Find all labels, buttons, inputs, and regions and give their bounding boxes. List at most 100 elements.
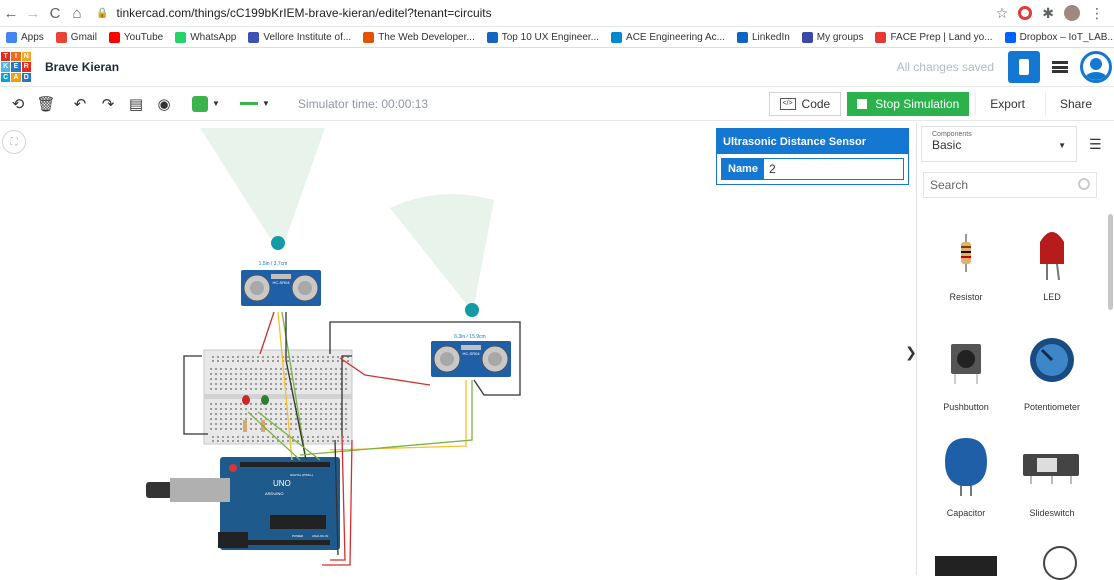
circuit-workspace[interactable]: ⛶ 1.5in / 3.7cm HC-SR04 6.3in / 15.9cm H… (0, 122, 912, 575)
bookmark-item[interactable]: YouTube (108, 31, 164, 43)
bookmark-label: WhatsApp (190, 31, 237, 43)
bookmark-item[interactable]: FACE Prep | Land yo... (875, 31, 993, 43)
bookmark-icon (108, 31, 120, 43)
component-list-button[interactable] (1044, 51, 1076, 83)
tinkercad-logo[interactable]: TINKERCAD (1, 52, 31, 82)
arduino-digital-label: DIGITAL (PWM~) (290, 473, 313, 477)
sensor1-target[interactable] (271, 236, 285, 250)
bookmark-label: YouTube (123, 31, 164, 43)
profile-icon[interactable] (1064, 5, 1080, 21)
green-led[interactable] (261, 395, 269, 405)
wire-color-picker[interactable]: ▼ (184, 90, 228, 118)
list-view-icon[interactable]: ☰ (1089, 136, 1102, 153)
wire-style-icon (240, 102, 259, 105)
opera-extension-icon[interactable] (1018, 6, 1033, 20)
reload-icon[interactable]: C (44, 5, 66, 22)
bookmark-label: ACE Engineering Ac... (626, 31, 725, 43)
bookmark-item[interactable]: My groups (801, 31, 863, 43)
component-label: LED (1043, 292, 1061, 302)
bookmark-item[interactable]: Vellore Institute of... (248, 31, 352, 43)
bookmark-label: Gmail (70, 31, 97, 43)
notes-icon[interactable]: ▤ (122, 90, 150, 118)
component-battery-partial[interactable] (935, 556, 997, 576)
red-led[interactable] (242, 395, 250, 405)
bookmark-icon (55, 31, 67, 43)
home-icon[interactable]: ⌂ (66, 5, 88, 22)
component-potentiometer[interactable]: Potentiometer (1009, 332, 1095, 412)
component-inspector: Ultrasonic Distance Sensor Name 2 (716, 128, 909, 185)
bookmark-item[interactable]: Gmail (55, 31, 97, 43)
bookmark-item[interactable]: LinkedIn (736, 31, 790, 43)
code-button[interactable]: </> Code (768, 91, 842, 116)
component-resistor[interactable]: Resistor (923, 222, 1009, 302)
browser-toolbar: ← → C ⌂ 🔒 tinkercad.com/things/cC199bKrI… (0, 0, 1114, 27)
share-button[interactable]: Share (1044, 91, 1106, 116)
search-input[interactable]: Search (923, 172, 1097, 198)
resistor-1[interactable] (243, 420, 247, 432)
user-avatar[interactable] (1080, 51, 1112, 83)
stop-label: Stop Simulation (875, 96, 960, 111)
sensor2-range-cone (390, 194, 494, 306)
component-slideswitch[interactable]: Slideswitch (1009, 438, 1095, 518)
inspector-title: Ultrasonic Distance Sensor (717, 129, 908, 154)
panel-scrollbar[interactable] (1108, 214, 1113, 310)
bookmark-label: The Web Developer... (378, 31, 475, 43)
wire-type-picker[interactable]: ▼ (232, 90, 278, 118)
bookmark-item[interactable]: Top 10 UX Engineer... (486, 31, 600, 43)
color-swatch (192, 95, 209, 112)
sensor1-reading: 1.5in / 3.7cm (259, 261, 288, 267)
component-led[interactable]: LED (1009, 222, 1095, 302)
visibility-icon[interactable]: ◉ (150, 90, 178, 118)
circuit-view-button[interactable] (1008, 51, 1040, 83)
component-label: Capacitor (946, 508, 986, 518)
sensor1-range-cone (200, 128, 325, 238)
chevron-down-icon: ▼ (262, 99, 270, 108)
bookmark-item[interactable]: Apps (6, 31, 44, 43)
address-bar[interactable]: 🔒 tinkercad.com/things/cC199bKrIEM-brave… (88, 2, 996, 24)
extensions-icon[interactable]: ✱ (1042, 5, 1054, 22)
ultrasonic-sensor-1[interactable]: 1.5in / 3.7cm HC-SR04 (241, 261, 321, 306)
redo-icon[interactable]: ↷ (94, 90, 122, 118)
undo-icon[interactable]: ↶ (66, 90, 94, 118)
bookmark-item[interactable]: Dropbox – IoT_LAB... (1004, 31, 1114, 43)
chip-icon (1019, 59, 1029, 75)
arduino-uno[interactable]: UNO ARDUINO DIGITAL (PWM~) POWER ANALOG … (146, 457, 340, 550)
components-value: Basic (932, 138, 962, 152)
component-label: Pushbutton (943, 402, 989, 412)
component-pushbutton[interactable]: Pushbutton (923, 332, 1009, 412)
star-icon[interactable]: ☆ (996, 5, 1009, 22)
components-dropdown[interactable]: Components Basic ▼ (921, 126, 1077, 162)
export-button[interactable]: Export (975, 91, 1039, 116)
lock-icon: 🔒 (96, 7, 109, 19)
bookmark-label: LinkedIn (751, 31, 790, 43)
sensor2-target[interactable] (465, 303, 479, 317)
bookmark-icon (6, 31, 17, 43)
bookmark-item[interactable]: The Web Developer... (363, 31, 475, 43)
breadboard[interactable] (203, 349, 353, 445)
logo-letter: E (11, 62, 21, 72)
delete-icon[interactable]: 🗑 (32, 90, 60, 118)
rotate-icon[interactable]: ⟲ (4, 90, 32, 118)
project-title[interactable]: Brave Kieran (45, 60, 119, 74)
bookmark-item[interactable]: ACE Engineering Ac... (611, 31, 725, 43)
logo-letter: T (1, 52, 11, 62)
save-status: All changes saved (896, 60, 994, 74)
forward-icon[interactable]: → (22, 5, 44, 22)
bookmark-icon (875, 31, 887, 43)
bookmark-label: Top 10 UX Engineer... (501, 31, 600, 43)
bookmark-item[interactable]: WhatsApp (175, 31, 237, 43)
component-capacitor[interactable]: Capacitor (923, 438, 1009, 518)
bookmark-label: FACE Prep | Land yo... (890, 31, 993, 43)
stop-simulation-button[interactable]: Stop Simulation (847, 91, 970, 116)
name-field-row: Name 2 (721, 158, 904, 180)
back-icon[interactable]: ← (0, 5, 22, 22)
name-input[interactable]: 2 (764, 159, 903, 179)
components-label: Components (932, 131, 972, 138)
bookmark-label: Apps (21, 31, 44, 43)
menu-icon[interactable]: ⋮ (1090, 5, 1104, 22)
bookmark-icon (486, 31, 498, 43)
chevron-down-icon: ▼ (1058, 141, 1066, 150)
logo-letter: D (21, 72, 31, 82)
ultrasonic-sensor-2[interactable]: 6.3in / 15.9cm HC-SR04 (431, 334, 511, 377)
bookmark-label: Vellore Institute of... (263, 31, 352, 43)
